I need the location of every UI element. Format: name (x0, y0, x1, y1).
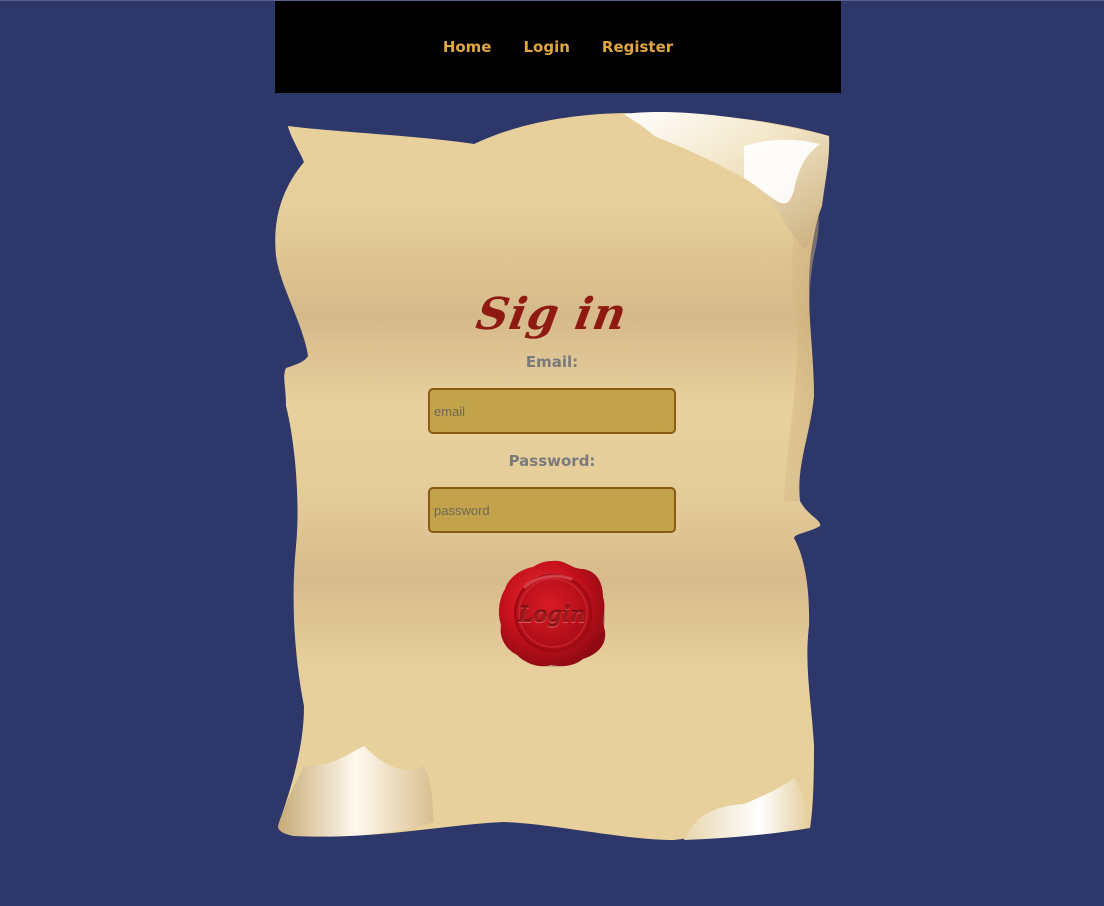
nav-login-link[interactable]: Login (523, 38, 569, 56)
email-label: Email: (525, 353, 579, 371)
navbar: Home Login Register (275, 1, 841, 93)
email-field[interactable] (428, 388, 676, 434)
page-title: Sig in (472, 289, 632, 340)
nav-home-link[interactable]: Home (443, 38, 492, 56)
password-field[interactable] (428, 487, 676, 533)
login-submit-button[interactable]: Login (495, 557, 609, 671)
password-label: Password: (508, 452, 596, 470)
login-form: Sig in Email: Password: Login (274, 280, 830, 671)
wax-seal-icon (498, 560, 606, 667)
nav-register-link[interactable]: Register (602, 38, 673, 56)
